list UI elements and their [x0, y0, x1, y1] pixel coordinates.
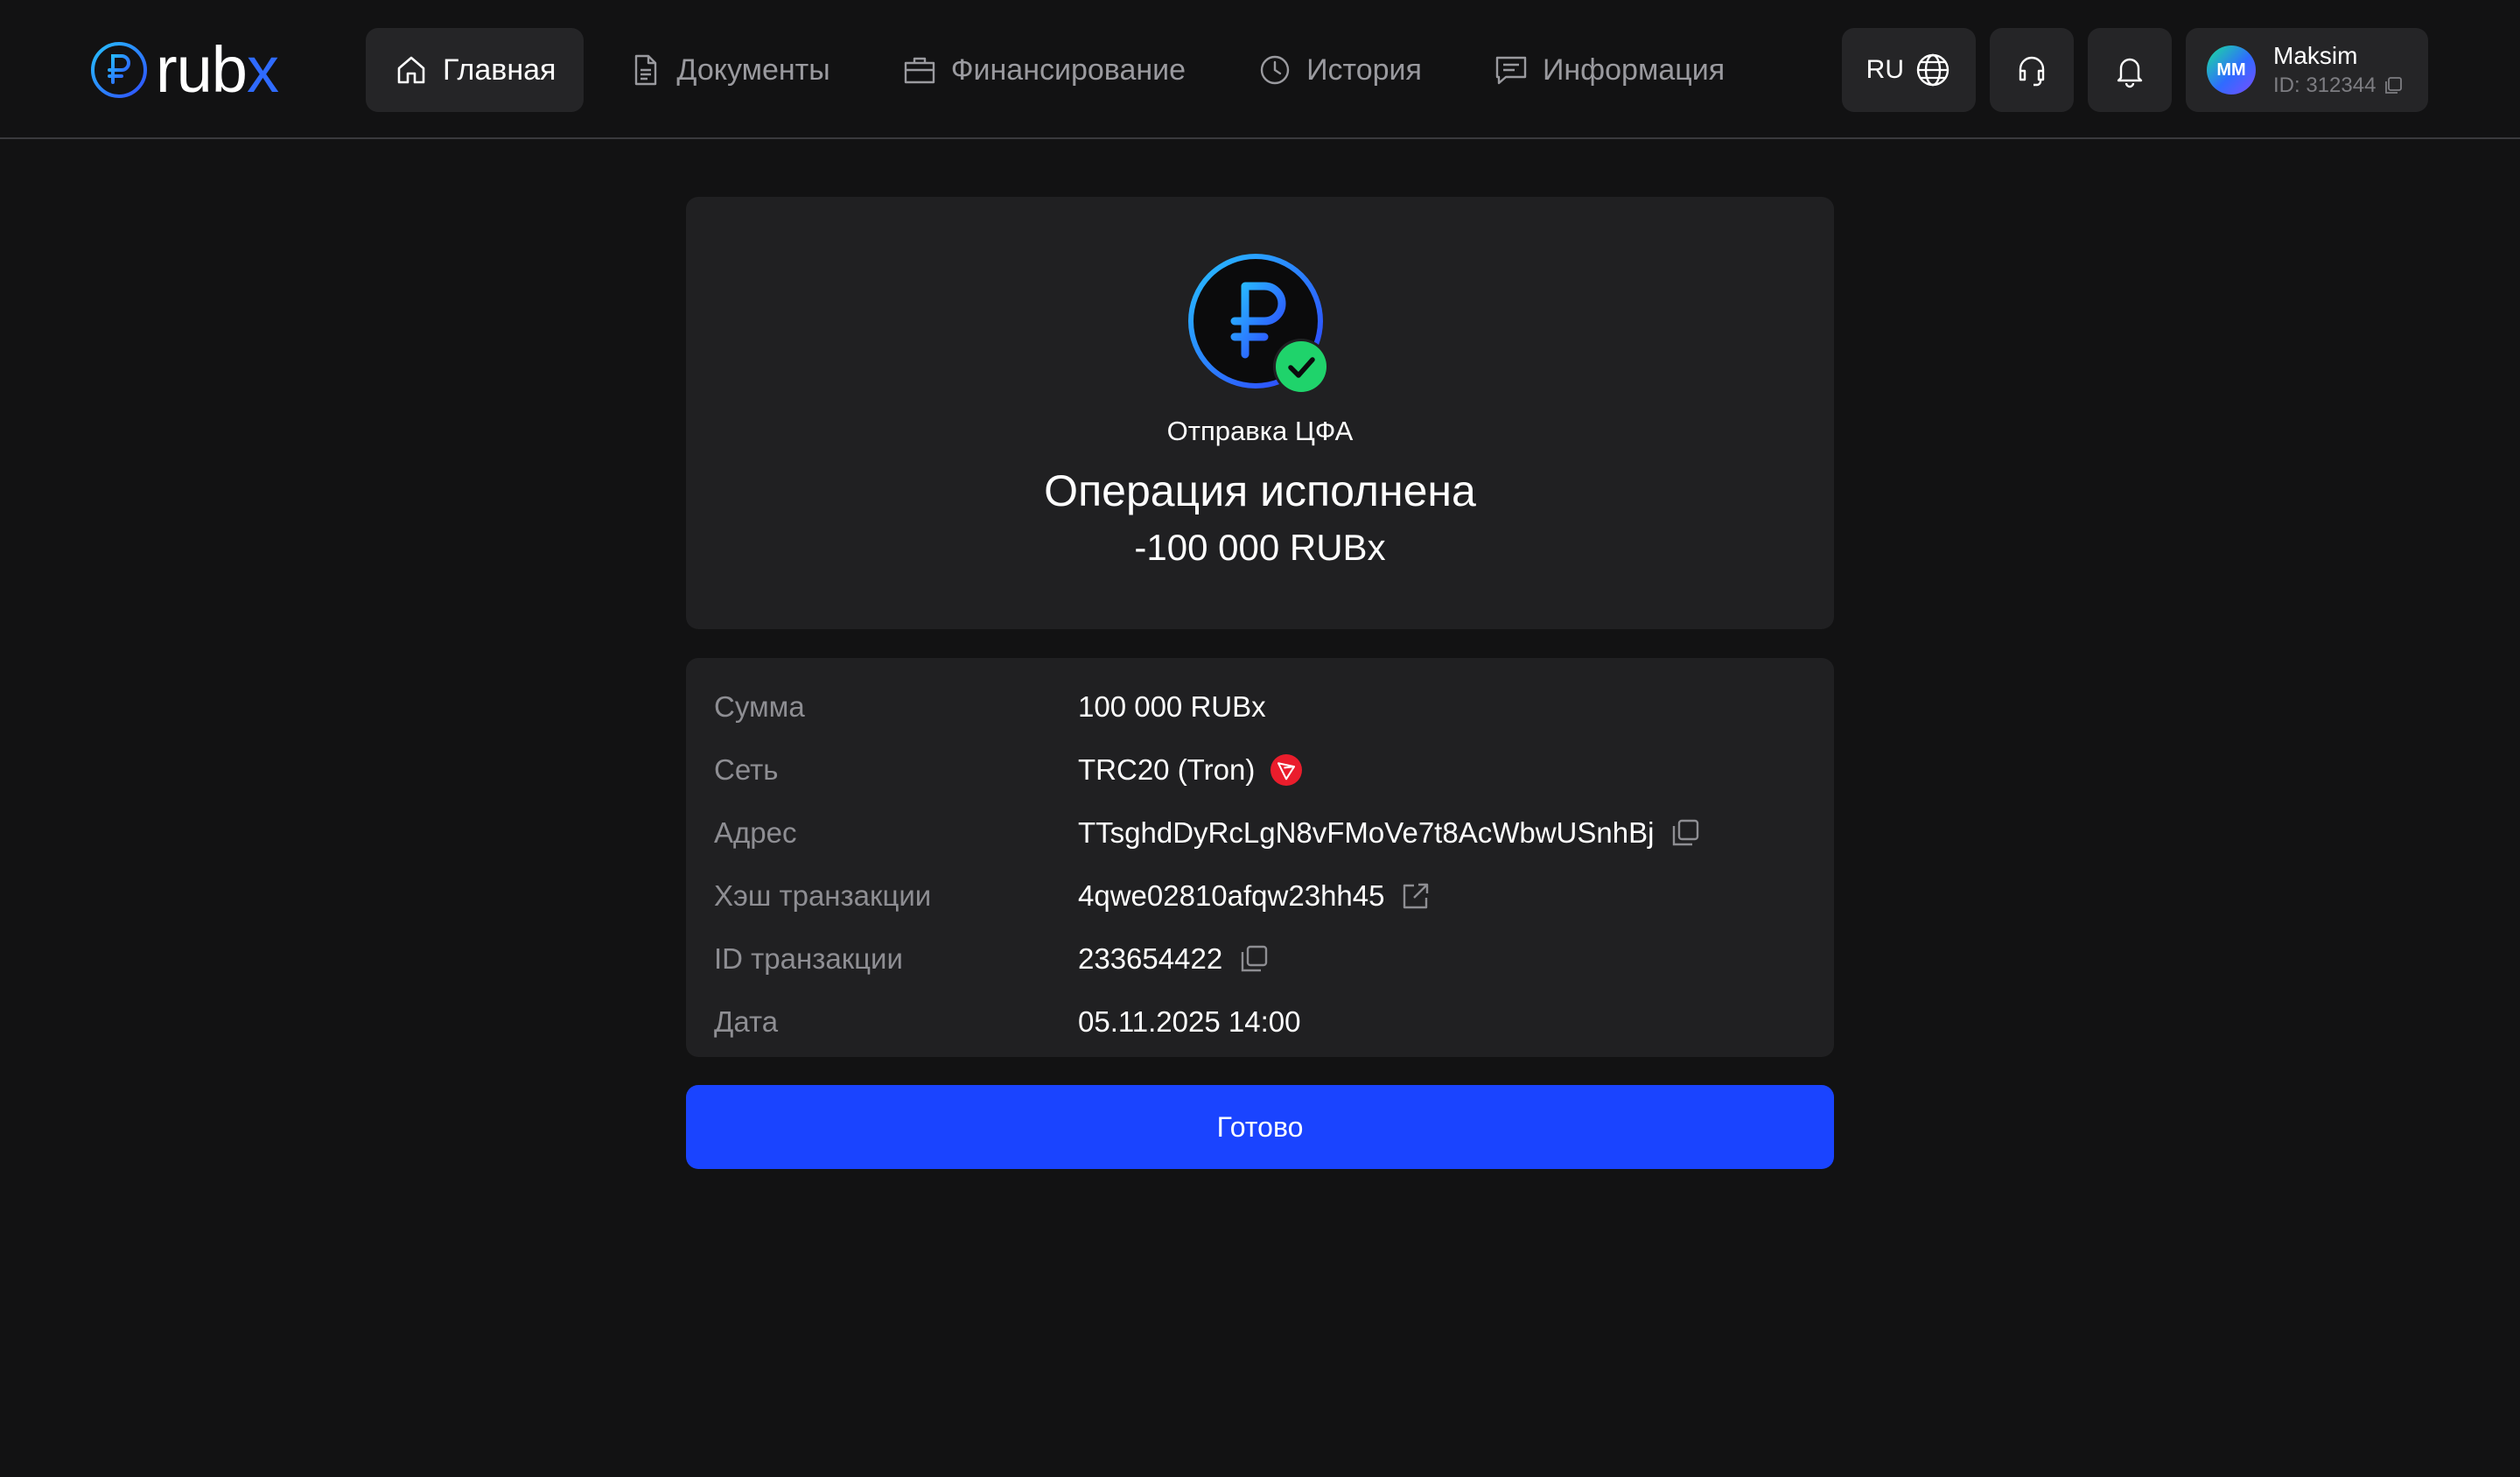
done-button[interactable]: Готово	[686, 1085, 1834, 1169]
detail-label: ID транзакции	[714, 942, 903, 975]
main-nav: Главная Документы Финансирование История…	[366, 28, 1753, 112]
rubx-logo[interactable]: rubx	[89, 33, 279, 106]
chat-icon	[1495, 56, 1527, 85]
nav-item-label: Главная	[443, 52, 556, 87]
detail-row-address: Адрес TTsghdDyRcLgN8vFMoVe7t8AcWbwUSnhBj	[686, 802, 1834, 864]
detail-row-date: Дата 05.11.2025 14:00	[686, 990, 1834, 1054]
detail-row-tx-hash: Хэш транзакции 4qwe02810afqw23hh45	[686, 864, 1834, 928]
clock-icon	[1260, 55, 1290, 85]
detail-label: Хэш транзакции	[714, 879, 932, 912]
user-id: ID: 312344	[2273, 73, 2404, 99]
language-label: RU	[1866, 55, 1904, 84]
globe-icon	[1916, 53, 1950, 87]
support-button[interactable]	[1990, 28, 2074, 112]
user-name: Maksim	[2273, 42, 2358, 69]
operation-type: Отправка ЦФА	[1166, 416, 1354, 446]
operation-summary-card: Отправка ЦФА Операция исполнена -100 000…	[686, 197, 1834, 629]
detail-value: 4qwe02810afqw23hh45	[1078, 879, 1432, 913]
operation-details-card: Сумма 100 000 RUBx Сеть TRC20 (Tron) Адр…	[686, 658, 1834, 1057]
detail-value: 05.11.2025 14:00	[1078, 1005, 1301, 1038]
external-link-icon[interactable]	[1400, 880, 1432, 912]
detail-value: 100 000 RUBx	[1078, 690, 1266, 723]
detail-value: TRC20 (Tron)	[1078, 753, 1303, 787]
detail-label: Адрес	[714, 816, 797, 849]
detail-row-network: Сеть TRC20 (Tron)	[686, 738, 1834, 802]
copy-icon[interactable]	[1238, 943, 1270, 975]
header-actions: RU MM Maksim ID: 312344	[1841, 28, 2428, 112]
nav-item-label: Документы	[676, 52, 830, 87]
detail-row-tx-id: ID транзакции 233654422	[686, 928, 1834, 990]
language-button[interactable]: RU	[1841, 28, 1976, 112]
copy-icon[interactable]	[2383, 75, 2404, 96]
detail-label: Сеть	[714, 753, 779, 786]
logo-wordmark: rubx	[156, 33, 279, 106]
detail-label: Сумма	[714, 690, 805, 723]
detail-value: 233654422	[1078, 942, 1270, 976]
notifications-button[interactable]	[2088, 28, 2172, 112]
top-header: rubx Главная Документы Финансирование Ис…	[0, 0, 2520, 139]
detail-label: Дата	[714, 1005, 779, 1038]
nav-item-label: История	[1306, 52, 1422, 87]
nav-item-label: Информация	[1542, 52, 1726, 87]
nav-item-history[interactable]: История	[1229, 28, 1450, 112]
document-icon	[635, 54, 657, 86]
ruble-logo-icon	[91, 42, 147, 98]
user-profile-button[interactable]: MM Maksim ID: 312344	[2186, 28, 2428, 112]
operation-status-icon	[1186, 251, 1334, 400]
tron-icon	[1270, 754, 1303, 786]
nav-item-info[interactable]: Информация	[1466, 28, 1753, 112]
operation-status: Операция исполнена	[1044, 466, 1476, 515]
headset-icon	[2019, 56, 2045, 87]
detail-row-amount: Сумма 100 000 RUBx	[686, 676, 1834, 738]
briefcase-icon	[904, 57, 934, 84]
operation-amount: -100 000 RUBx	[1134, 527, 1386, 568]
home-icon	[397, 56, 425, 84]
user-info: Maksim ID: 312344	[2273, 41, 2404, 99]
success-badge	[1273, 339, 1329, 395]
bell-icon	[2117, 58, 2143, 88]
nav-item-label: Финансирование	[950, 52, 1186, 87]
avatar: MM	[2207, 46, 2256, 94]
copy-icon[interactable]	[1670, 817, 1701, 849]
nav-item-financing[interactable]: Финансирование	[874, 28, 1214, 112]
nav-item-home[interactable]: Главная	[366, 28, 584, 112]
detail-value: TTsghdDyRcLgN8vFMoVe7t8AcWbwUSnhBj	[1078, 816, 1701, 850]
nav-item-documents[interactable]: Документы	[599, 28, 858, 112]
check-circle-icon	[1276, 341, 1326, 392]
